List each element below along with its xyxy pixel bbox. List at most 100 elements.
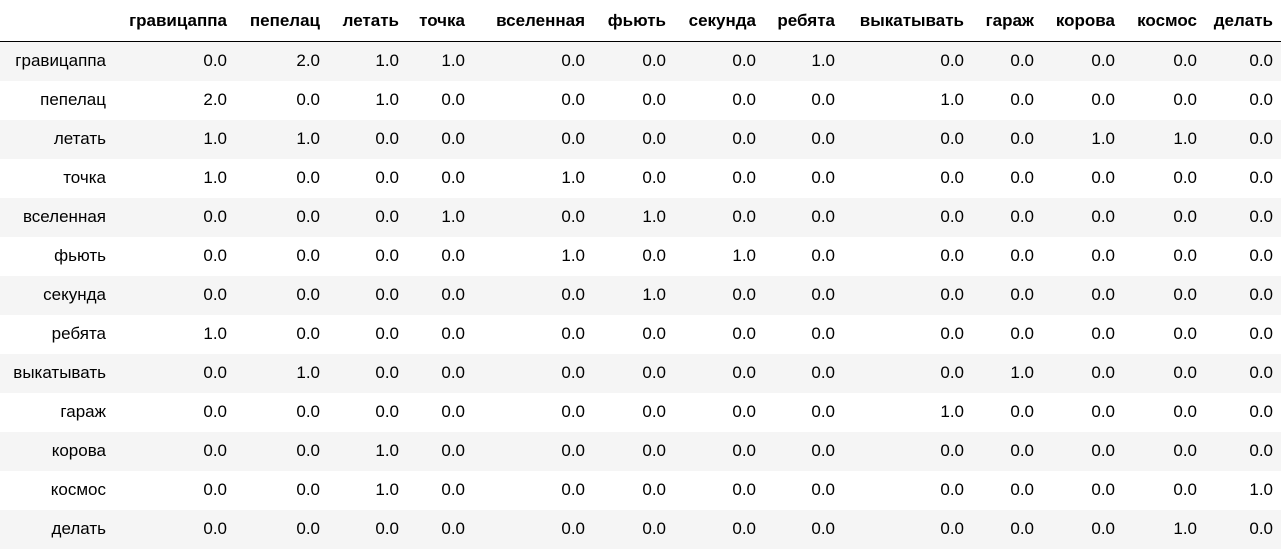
table-cell: 0.0 — [203, 480, 227, 499]
table-row: вселенная 0.0 0.0 0.0 1.0 0.0 1.0 0.0 0.0 0.0 0.0 0… — [0, 197, 1281, 237]
row-label: фьють — [54, 246, 106, 265]
table-cell: 1.0 — [375, 441, 399, 460]
column-header: выкатывать — [843, 0, 972, 42]
table-cell: 0.0 — [1249, 246, 1273, 265]
table-cell: 0.0 — [732, 441, 756, 460]
table-cell: 0.0 — [561, 402, 585, 421]
table-cell: 1.0 — [1010, 363, 1034, 382]
table-cell: 0.0 — [811, 441, 835, 460]
table-cell: 1.0 — [375, 480, 399, 499]
table-cell: 0.0 — [1091, 441, 1115, 460]
table-cell: 0.0 — [203, 285, 227, 304]
table-row: секунда 0.0 0.0 0.0 0.0 0.0 1.0 0.0 0.0 0.0 0.0 0.0… — [0, 275, 1281, 315]
table-header: гравицаппа пепелац летать точка вселенна… — [0, 0, 1281, 42]
column-header: точка — [407, 0, 473, 42]
table-cell: 1.0 — [642, 285, 666, 304]
table-cell: 0.0 — [732, 129, 756, 148]
column-header: фьють — [593, 0, 674, 42]
table-cell: 0.0 — [561, 480, 585, 499]
table-cell: 0.0 — [642, 324, 666, 343]
table-cell: 0.0 — [1091, 285, 1115, 304]
cooccurrence-table: гравицаппа пепелац летать точка вселенна… — [0, 0, 1281, 549]
row-label: делать — [51, 519, 106, 538]
table-cell: 0.0 — [203, 402, 227, 421]
table-cell: 1.0 — [1173, 519, 1197, 538]
table-cell: 0.0 — [732, 324, 756, 343]
table-cell: 1.0 — [441, 207, 465, 226]
table-cell: 0.0 — [642, 441, 666, 460]
table-row: делать 0.0 0.0 0.0 0.0 0.0 0.0 0.0 0.0 0.0 0.0 0.0 1… — [0, 509, 1281, 549]
table-cell: 0.0 — [811, 324, 835, 343]
table-cell: 0.0 — [732, 207, 756, 226]
table-row: гравицаппа 0.0 2.0 1.0 1.0 0.0 0.0 0.0 1.0 0.0 0.0… — [0, 41, 1281, 81]
table-cell: 0.0 — [375, 363, 399, 382]
table-cell: 0.0 — [441, 402, 465, 421]
table-cell: 0.0 — [375, 129, 399, 148]
table-cell: 1.0 — [1173, 129, 1197, 148]
header-row: гравицаппа пепелац летать точка вселенна… — [0, 0, 1281, 42]
column-header: вселенная — [473, 0, 593, 42]
table-cell: 0.0 — [732, 168, 756, 187]
table-cell: 0.0 — [375, 402, 399, 421]
table-cell: 0.0 — [1173, 51, 1197, 71]
table-row: выкатывать 0.0 1.0 0.0 0.0 0.0 0.0 0.0 0.0 0.0 1.0… — [0, 353, 1281, 393]
table-cell: 0.0 — [1010, 519, 1034, 538]
table-cell: 0.0 — [811, 246, 835, 265]
table-cell: 0.0 — [1249, 324, 1273, 343]
column-header: гараж — [972, 0, 1042, 42]
table-cell: 0.0 — [1173, 246, 1197, 265]
table-cell: 0.0 — [441, 168, 465, 187]
row-label: выкатывать — [13, 363, 106, 382]
table-cell: 0.0 — [296, 402, 320, 421]
table-cell: 0.0 — [375, 519, 399, 538]
table-cell: 0.0 — [1091, 480, 1115, 499]
table-cell: 0.0 — [1173, 90, 1197, 109]
table-cell: 1.0 — [561, 168, 585, 187]
table-row: гараж 0.0 0.0 0.0 0.0 0.0 0.0 0.0 0.0 1.0 0.0 0.0 0.… — [0, 393, 1281, 432]
table-cell: 1.0 — [296, 129, 320, 148]
table-cell: 0.0 — [561, 519, 585, 538]
table-cell: 1.0 — [1091, 129, 1115, 148]
row-label: гараж — [60, 402, 106, 421]
table-cell: 1.0 — [1249, 480, 1273, 499]
table-cell: 0.0 — [441, 480, 465, 499]
table-cell: 0.0 — [296, 480, 320, 499]
table-cell: 0.0 — [561, 207, 585, 226]
table-cell: 0.0 — [940, 168, 964, 187]
table-cell: 0.0 — [561, 441, 585, 460]
table-cell: 0.0 — [1091, 246, 1115, 265]
row-label: корова — [51, 441, 106, 460]
row-label: секунда — [43, 285, 106, 304]
table-cell: 0.0 — [296, 324, 320, 343]
table-cell: 0.0 — [642, 246, 666, 265]
table-cell: 0.0 — [732, 402, 756, 421]
column-header: ребята — [764, 0, 843, 42]
table-cell: 0.0 — [1010, 285, 1034, 304]
table-cell: 0.0 — [1091, 207, 1115, 226]
table-cell: 0.0 — [1010, 480, 1034, 499]
table-cell: 0.0 — [203, 51, 227, 71]
column-header: секунда — [674, 0, 764, 42]
table-cell: 0.0 — [732, 285, 756, 304]
table-cell: 0.0 — [203, 246, 227, 265]
row-label: гравицаппа — [15, 51, 106, 71]
table-cell: 0.0 — [811, 90, 835, 109]
table-cell: 0.0 — [1091, 363, 1115, 382]
table-cell: 1.0 — [561, 246, 585, 265]
table-cell: 0.0 — [441, 90, 465, 109]
table-cell: 1.0 — [732, 246, 756, 265]
table-cell: 0.0 — [732, 519, 756, 538]
table-cell: 0.0 — [1249, 441, 1273, 460]
table-cell: 0.0 — [375, 246, 399, 265]
table-cell: 0.0 — [940, 480, 964, 499]
table-cell: 0.0 — [811, 363, 835, 382]
table-cell: 0.0 — [296, 90, 320, 109]
table-row: точка 1.0 0.0 0.0 0.0 1.0 0.0 0.0 0.0 0.0 0.0 0.0 0.… — [0, 159, 1281, 198]
table-cell: 0.0 — [732, 51, 756, 71]
table-cell: 0.0 — [561, 285, 585, 304]
table-cell: 0.0 — [1249, 129, 1273, 148]
table-cell: 1.0 — [203, 129, 227, 148]
table-cell: 1.0 — [940, 90, 964, 109]
table-cell: 0.0 — [375, 207, 399, 226]
table-cell: 0.0 — [1010, 90, 1034, 109]
